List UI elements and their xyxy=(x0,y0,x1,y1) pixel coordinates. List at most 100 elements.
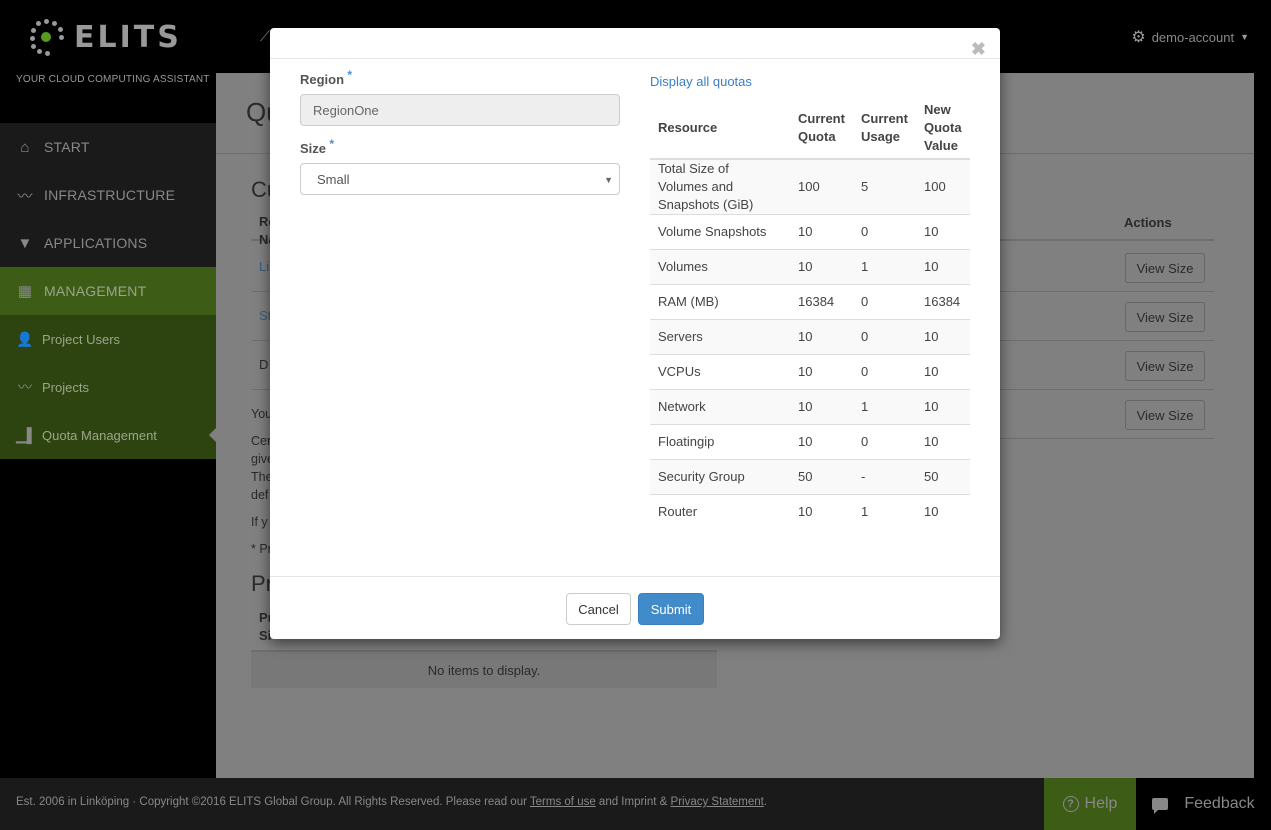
resource-cell: Volume Snapshots xyxy=(650,214,790,250)
sidebar-item-start[interactable]: ⌂ START xyxy=(0,123,216,171)
user-gear-icon: 👤 xyxy=(16,330,34,347)
sidebar-subitem-project-users[interactable]: 👤 Project Users xyxy=(0,315,216,363)
new-quota-cell: 10 xyxy=(916,319,970,355)
account-name: demo-account xyxy=(1151,29,1235,45)
current-quota-cell: 10 xyxy=(790,319,853,355)
new-quota-cell: 10 xyxy=(916,249,970,285)
resource-cell: Total Size of Volumes and Snapshots (GiB… xyxy=(650,159,790,215)
sidebar-item-label: START xyxy=(44,139,90,155)
region-label-text: Region xyxy=(300,72,345,87)
quota-row: Volume Snapshots 10 0 10 xyxy=(650,214,970,250)
sidebar: ⌂ START 〰 INFRASTRUCTURE ▼ APPLICATIONS … xyxy=(0,123,216,459)
terms-of-use-link[interactable]: Terms of use xyxy=(530,796,596,808)
size-select[interactable]: Small ▼ xyxy=(300,163,620,195)
quota-row: Total Size of Volumes and Snapshots (GiB… xyxy=(650,159,970,215)
quota-row: Floatingip 10 0 10 xyxy=(650,424,970,460)
column-header-current-usage: Current Usage xyxy=(853,97,916,160)
footer-text-end: . xyxy=(763,796,768,808)
info-text: * Pr xyxy=(251,542,272,556)
new-quota-cell: 10 xyxy=(916,354,970,390)
logo-text: ELITS xyxy=(74,19,182,55)
current-usage-cell: 0 xyxy=(853,424,916,460)
info-text: Cer xyxy=(251,434,272,448)
size-label: Size * xyxy=(300,137,334,156)
quota-row: Security Group 50-50 xyxy=(650,459,970,495)
new-quota-cell: 10 xyxy=(916,214,970,250)
quota-row: Volumes 10 1 10 xyxy=(650,249,970,285)
elits-logo[interactable]: ELITS xyxy=(28,18,182,56)
top-nav-chart-icon[interactable]: ⟋ xyxy=(260,28,270,45)
sidebar-item-label: INFRASTRUCTURE xyxy=(44,187,176,203)
current-usage-cell: 1 xyxy=(853,389,916,425)
resource-cell: Volumes xyxy=(650,249,790,285)
display-all-quotas-link[interactable]: Display all quotas xyxy=(650,74,752,89)
quota-table: Resource Current Quota Current Usage New Qu… xyxy=(650,97,970,530)
info-text: You xyxy=(251,407,273,421)
region-label: Region * xyxy=(300,68,352,87)
size-selected-value: Small xyxy=(317,171,350,187)
footer-text-middle: and Imprint & xyxy=(595,796,671,808)
speech-bubble-icon xyxy=(1152,798,1169,814)
current-usage-cell: 1 xyxy=(853,494,916,530)
sidebar-item-label: APPLICATIONS xyxy=(44,235,148,251)
new-quota-cell: 10 xyxy=(916,424,970,460)
cancel-button[interactable]: Cancel xyxy=(566,593,631,625)
new-quota-cell: 10 xyxy=(916,494,970,530)
info-text: If y xyxy=(251,515,268,529)
help-button[interactable]: ? Help xyxy=(1044,778,1136,830)
region-link[interactable]: Li xyxy=(259,259,269,274)
sidebar-item-infrastructure[interactable]: 〰 INFRASTRUCTURE xyxy=(0,171,216,219)
column-header-current-quota: Current Quota xyxy=(790,97,853,160)
submit-button[interactable]: Submit xyxy=(638,593,704,625)
close-icon[interactable]: ✖ xyxy=(971,40,986,58)
region-input[interactable]: RegionOne xyxy=(300,94,620,126)
view-size-button[interactable]: View Size xyxy=(1125,351,1205,381)
current-usage-cell: 0 xyxy=(853,284,916,320)
info-text: def xyxy=(251,488,269,502)
resource-cell: Floatingip xyxy=(650,424,790,460)
feedback-button[interactable]: Feedback xyxy=(1136,778,1271,830)
sidebar-item-management[interactable]: ▦ MANAGEMENT xyxy=(0,267,216,315)
view-size-button[interactable]: View Size xyxy=(1125,302,1205,332)
applications-icon: ▼ xyxy=(17,234,33,252)
column-header-resource: Resource xyxy=(650,97,790,160)
help-label: Help xyxy=(1084,795,1118,812)
quota-row: Network 10 1 10 xyxy=(650,389,970,425)
current-quota-cell: 10 xyxy=(790,389,853,425)
new-quota-cell: 16384 xyxy=(916,284,970,320)
current-usage-cell: 0 xyxy=(853,319,916,355)
sidebar-subitem-quota-management[interactable]: ▁▌ Quota Management xyxy=(0,411,216,459)
sidebar-item-applications[interactable]: ▼ APPLICATIONS xyxy=(0,219,216,267)
quota-row: Router 10 1 10 xyxy=(650,494,970,530)
view-size-button[interactable]: View Size xyxy=(1125,400,1205,430)
current-usage-cell: - xyxy=(853,459,916,495)
resource-cell: Security Group xyxy=(650,459,790,495)
privacy-statement-link[interactable]: Privacy Statement xyxy=(671,796,764,808)
quota-row: Servers 10 0 10 xyxy=(650,319,970,355)
home-icon: ⌂ xyxy=(20,138,30,156)
required-marker: * xyxy=(347,68,353,82)
account-menu[interactable]: ⚙ demo-account ▼ xyxy=(1131,27,1249,47)
sidebar-subitem-projects[interactable]: 〰 Projects xyxy=(0,363,216,411)
resource-cell: VCPUs xyxy=(650,354,790,390)
quota-table-header-row: Resource Current Quota Current Usage New Qu… xyxy=(650,97,970,160)
size-label-text: Size xyxy=(300,141,327,156)
current-usage-cell: 1 xyxy=(853,249,916,285)
current-usage-cell: 0 xyxy=(853,214,916,250)
quota-row: VCPUs 10 0 10 xyxy=(650,354,970,390)
chevron-down-icon: ▼ xyxy=(1240,32,1249,42)
new-quota-cell: 100 xyxy=(916,159,970,215)
current-quota-cell: 10 xyxy=(790,494,853,530)
sidebar-item-label: MANAGEMENT xyxy=(44,283,147,299)
view-size-button[interactable]: View Size xyxy=(1125,253,1205,283)
tagline: YOUR CLOUD COMPUTING ASSISTANT xyxy=(16,74,210,85)
resource-cell: Network xyxy=(650,389,790,425)
footer-copyright: Est. 2006 in Linköping · Copyright ©2016… xyxy=(16,796,530,808)
new-quota-cell: 50 xyxy=(916,459,970,495)
quota-row: RAM (MB) 16384 0 16384 xyxy=(650,284,970,320)
new-quota-cell: 10 xyxy=(916,389,970,425)
current-quota-cell: 100 xyxy=(790,159,853,215)
column-header-actions: Actions xyxy=(1124,215,1172,230)
current-usage-cell: 5 xyxy=(853,159,916,215)
column-header-new-quota: New Quota Value xyxy=(916,97,970,160)
